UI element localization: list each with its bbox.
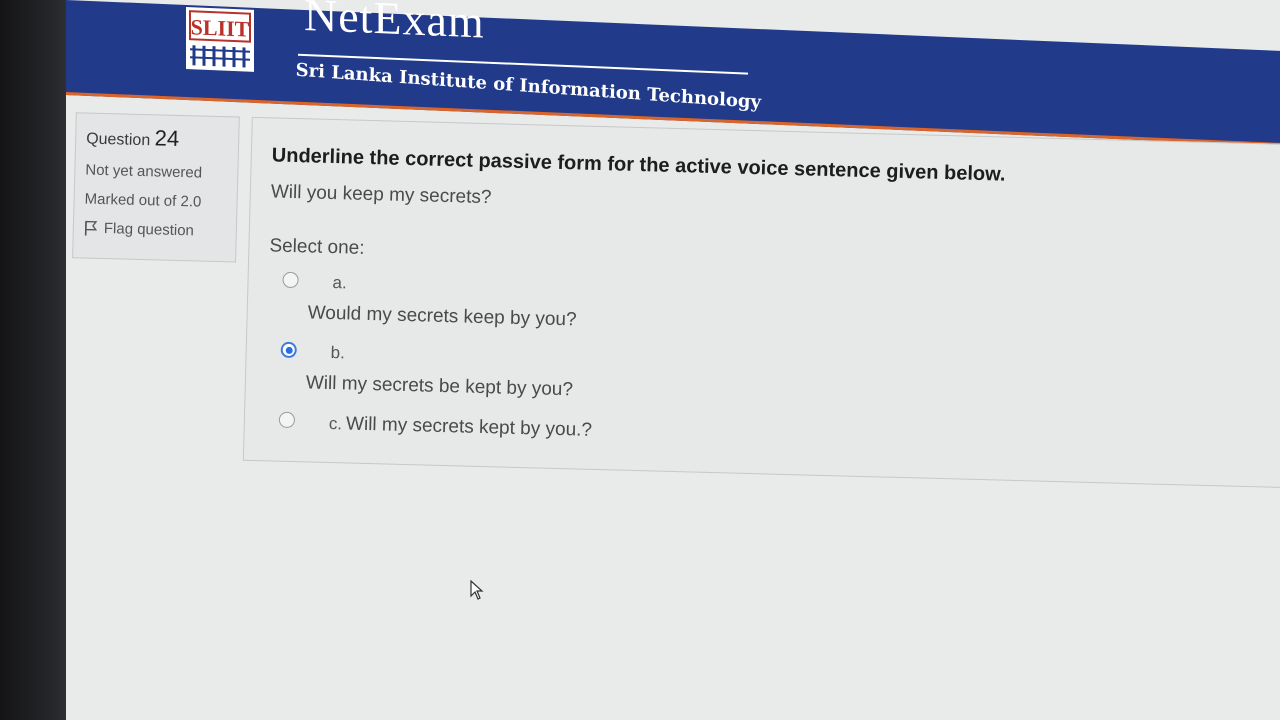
radio-option-b[interactable] (280, 341, 297, 359)
question-number-value: 24 (154, 125, 180, 151)
monitor-bezel (0, 0, 66, 720)
question-panel: Underline the correct passive form for t… (242, 116, 1280, 488)
question-number: Question 24 (85, 125, 180, 151)
answer-option-a[interactable]: a. Would my secrets keep by you? (281, 271, 1266, 350)
quiz-content: Question 24 Not yet answered Marked out … (66, 108, 1280, 720)
svg-text:SLIIT: SLIIT (191, 14, 250, 41)
option-letter: c. (328, 413, 343, 434)
radio-option-c[interactable] (278, 411, 296, 429)
mouse-pointer-icon (470, 580, 484, 600)
question-info-panel: Question 24 Not yet answered Marked out … (72, 112, 240, 263)
option-text[interactable]: c. Will my secrets kept by you.? (329, 413, 1263, 459)
sliit-logo: SLIIT (186, 7, 254, 72)
brand-subtitle: Sri Lanka Institute of Information Techn… (295, 59, 762, 114)
browser-viewport: SLIIT NetExam Sri Lanka Institute of Inf… (66, 0, 1280, 720)
flag-question-link[interactable]: Flag question (84, 220, 226, 241)
question-marks: Marked out of 2.0 (84, 190, 202, 211)
flag-question-label: Flag question (103, 220, 195, 240)
answer-status: Not yet answered (85, 161, 203, 182)
brand-title: NetExam (304, 0, 485, 48)
flag-icon (84, 220, 98, 236)
answer-option-c[interactable]: c. Will my secrets kept by you.? (278, 411, 1263, 460)
radio-option-a[interactable] (282, 271, 299, 289)
answer-option-b[interactable]: b. Will my secrets be kept by you? (280, 341, 1265, 420)
